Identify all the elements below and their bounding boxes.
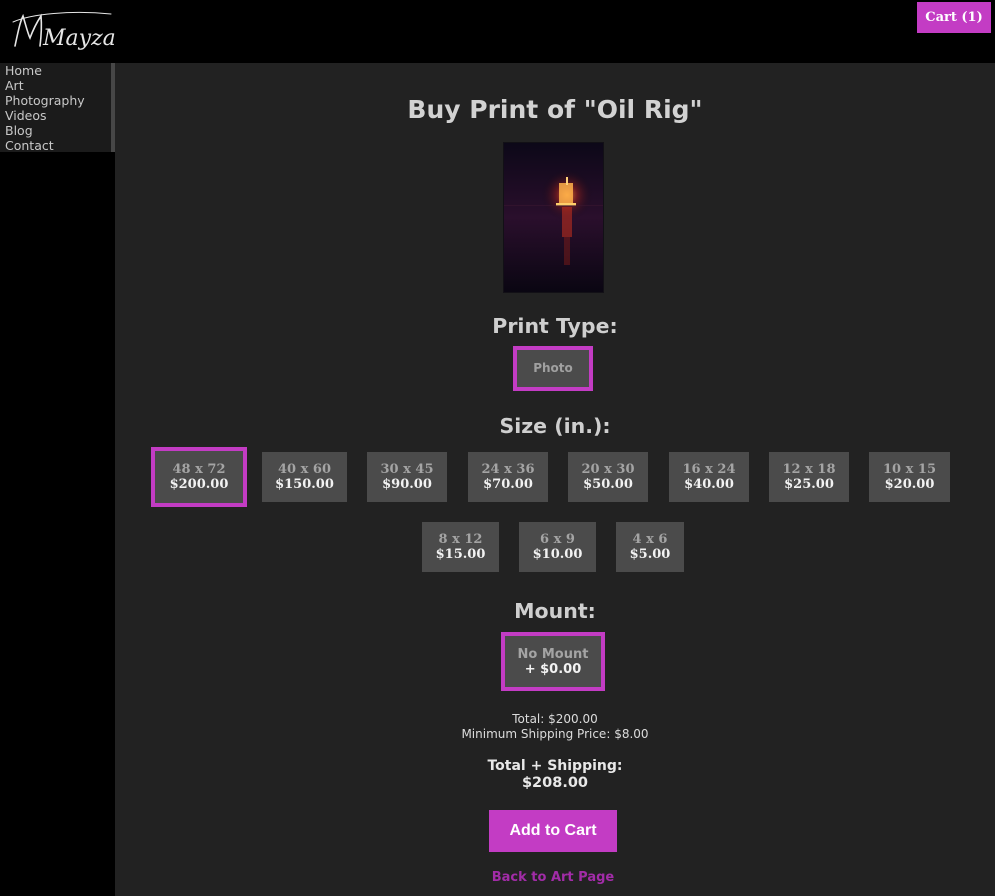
size-dims: 20 x 30 bbox=[581, 462, 635, 477]
size-option-30x45[interactable]: 30 x 45 $90.00 bbox=[367, 452, 447, 502]
size-dims: 16 x 24 bbox=[682, 462, 736, 477]
size-price: $90.00 bbox=[382, 477, 432, 492]
size-price: $20.00 bbox=[884, 477, 935, 492]
site-logo[interactable]: Mayzarl bbox=[11, 8, 116, 54]
size-option-20x30[interactable]: 20 x 30 $50.00 bbox=[568, 452, 648, 502]
mount-price: + $0.00 bbox=[524, 661, 582, 677]
total-label: Total: bbox=[512, 712, 545, 726]
size-price: $50.00 bbox=[583, 477, 633, 492]
size-price: $150.00 bbox=[275, 477, 334, 492]
back-to-art-link[interactable]: Back to Art Page bbox=[115, 870, 991, 885]
mount-option-no-mount[interactable]: No Mount + $0.00 bbox=[501, 632, 605, 691]
nav-item-videos[interactable]: Videos bbox=[0, 108, 111, 123]
size-dims: 40 x 60 bbox=[278, 462, 331, 477]
mount-heading: Mount: bbox=[514, 599, 596, 623]
size-option-6x9[interactable]: 6 x 9 $10.00 bbox=[519, 522, 596, 572]
shipping-line: Minimum Shipping Price: $8.00 bbox=[115, 727, 995, 742]
size-price: $5.00 bbox=[629, 547, 671, 562]
option-label: Photo bbox=[533, 361, 573, 375]
size-dims: 48 x 72 bbox=[172, 462, 226, 477]
page-title: Buy Print of "Oil Rig" bbox=[407, 95, 703, 124]
size-price: $25.00 bbox=[784, 477, 834, 492]
size-heading: Size (in.): bbox=[499, 414, 611, 438]
size-option-16x24[interactable]: 16 x 24 $40.00 bbox=[669, 452, 749, 502]
size-dims: 12 x 18 bbox=[782, 462, 836, 477]
nav-item-photography[interactable]: Photography bbox=[0, 93, 111, 108]
size-option-4x6[interactable]: 4 x 6 $5.00 bbox=[616, 522, 684, 572]
size-price: $70.00 bbox=[483, 477, 533, 492]
size-option-10x15[interactable]: 10 x 15 $20.00 bbox=[869, 452, 950, 502]
size-option-8x12[interactable]: 8 x 12 $15.00 bbox=[422, 522, 499, 572]
nav-item-home[interactable]: Home bbox=[0, 63, 111, 78]
nav-item-blog[interactable]: Blog bbox=[0, 123, 111, 138]
size-dims: 8 x 12 bbox=[438, 532, 483, 547]
print-type-photo-option[interactable]: Photo bbox=[513, 346, 593, 391]
add-to-cart-button[interactable]: Add to Cart bbox=[489, 810, 617, 852]
total-line: Total: $200.00 bbox=[115, 712, 995, 727]
size-price: $200.00 bbox=[169, 477, 229, 492]
size-option-40x60[interactable]: 40 x 60 $150.00 bbox=[262, 452, 347, 502]
size-dims: 4 x 6 bbox=[632, 532, 668, 547]
top-bar: Mayzarl Cart (1) bbox=[0, 0, 995, 62]
main-content: Buy Print of "Oil Rig" Print Type: Photo… bbox=[115, 63, 995, 896]
cart-button[interactable]: Cart (1) bbox=[917, 2, 991, 33]
size-option-48x72[interactable]: 48 x 72 $200.00 bbox=[151, 447, 247, 507]
mount-label: No Mount bbox=[517, 646, 589, 662]
grand-total-value: $208.00 bbox=[521, 775, 589, 791]
shipping-value: $8.00 bbox=[614, 727, 649, 741]
artwork-thumbnail bbox=[503, 142, 604, 293]
shipping-label: Minimum Shipping Price: bbox=[461, 727, 611, 741]
oil-rig-image bbox=[504, 143, 603, 292]
size-dims: 10 x 15 bbox=[883, 462, 936, 477]
grand-total-label: Total + Shipping: bbox=[487, 758, 623, 774]
size-price: $40.00 bbox=[684, 477, 734, 492]
sidebar-nav: Home Art Photography Videos Blog Contact bbox=[0, 63, 115, 153]
print-type-heading: Print Type: bbox=[492, 314, 618, 338]
size-dims: 6 x 9 bbox=[540, 532, 575, 547]
nav-item-art[interactable]: Art bbox=[0, 78, 111, 93]
size-option-24x36[interactable]: 24 x 36 $70.00 bbox=[468, 452, 548, 502]
size-dims: 30 x 45 bbox=[380, 462, 434, 477]
size-price: $10.00 bbox=[532, 547, 583, 562]
order-summary: Total: $200.00 Minimum Shipping Price: $… bbox=[115, 712, 995, 742]
grand-total: Total + Shipping: $208.00 bbox=[115, 758, 995, 792]
size-dims: 24 x 36 bbox=[481, 462, 535, 477]
size-price: $15.00 bbox=[435, 547, 486, 562]
total-value: $200.00 bbox=[548, 712, 598, 726]
nav-item-contact[interactable]: Contact bbox=[0, 138, 111, 153]
logo-lettering: Mayzarl bbox=[42, 26, 116, 51]
size-option-12x18[interactable]: 12 x 18 $25.00 bbox=[769, 452, 849, 502]
